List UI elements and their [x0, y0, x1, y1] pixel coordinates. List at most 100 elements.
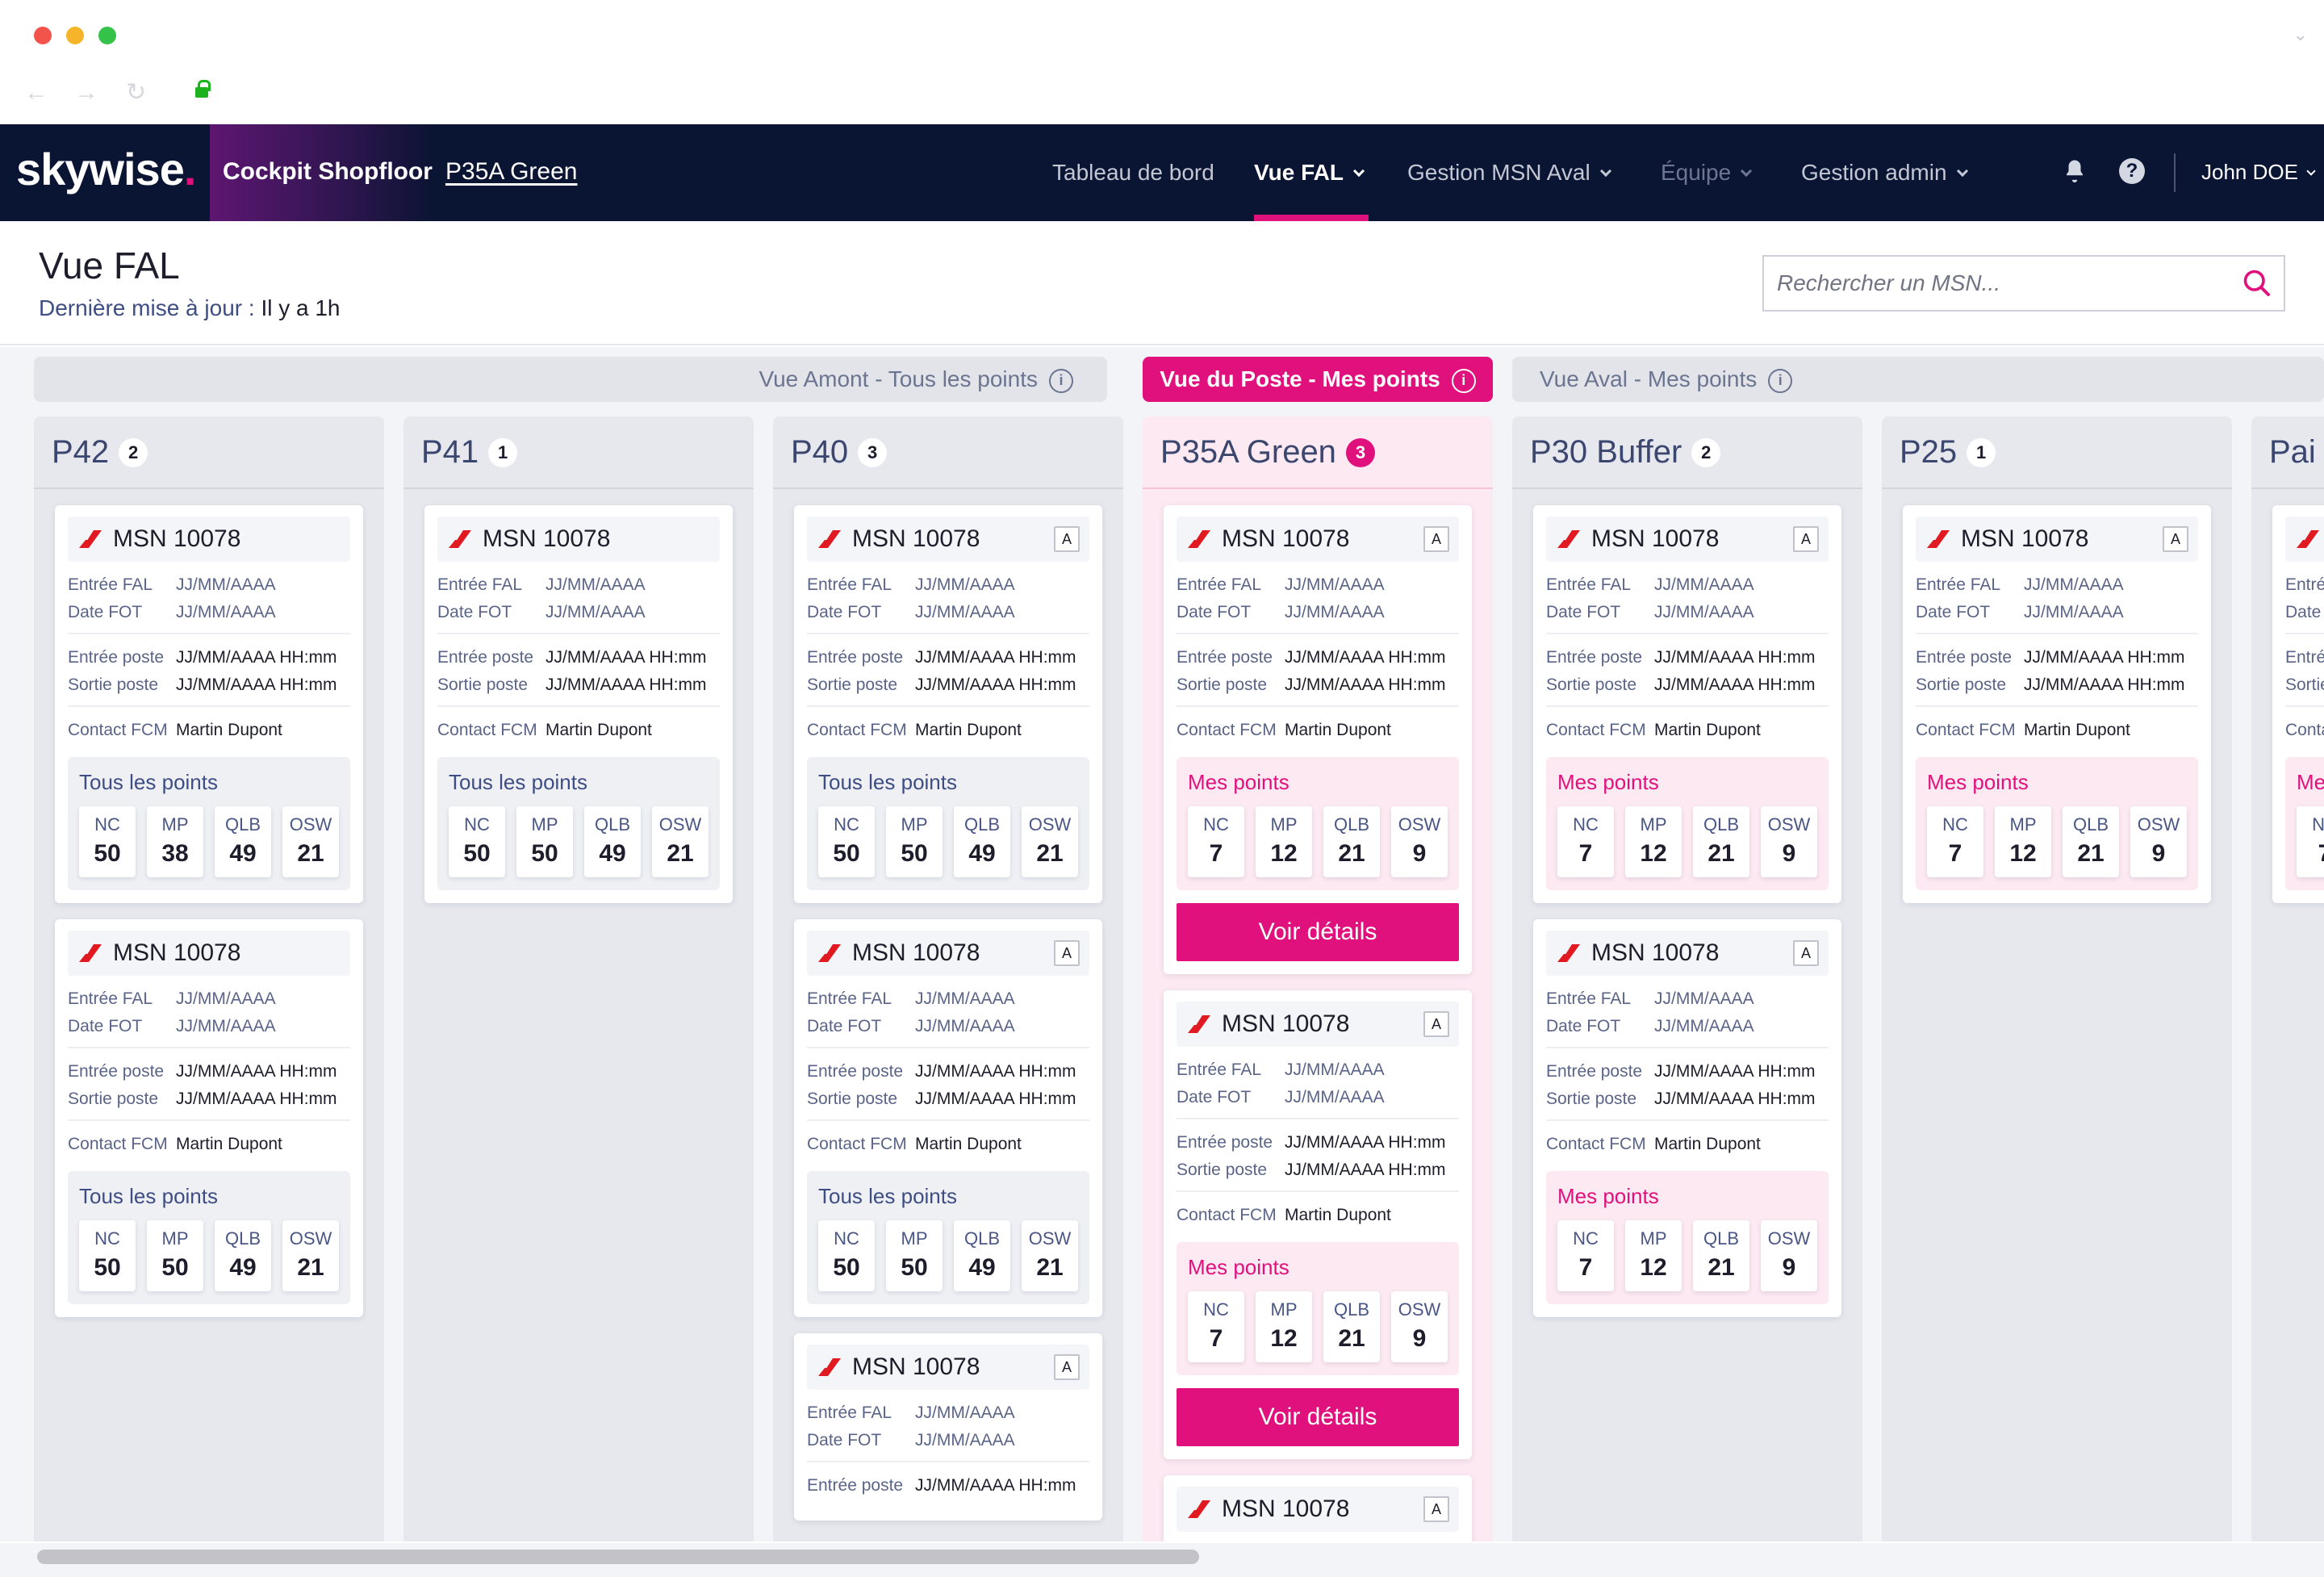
metric-mp[interactable]: MP 50	[886, 1220, 943, 1291]
metric-nc[interactable]: NC 50	[449, 806, 505, 877]
field-value: JJ/MM/AAAA	[1285, 1060, 1385, 1079]
metric-osw[interactable]: OSW 21	[282, 806, 339, 877]
metric-osw[interactable]: OSW 21	[652, 806, 708, 877]
nav-item-2[interactable]: Gestion MSN Aval	[1407, 160, 1611, 186]
msn-card[interactable]: MSN 10078AEntrée FALJJ/MM/AAAADate FOTJJ…	[794, 1333, 1102, 1521]
view-details-button[interactable]: Voir détails	[1177, 903, 1459, 961]
close-window-dot[interactable]	[34, 27, 52, 44]
metric-mp[interactable]: MP 12	[1995, 806, 2051, 877]
view-tab-0[interactable]: Vue Amont - Tous les points i	[34, 357, 1107, 402]
info-icon[interactable]: i	[1049, 369, 1073, 393]
info-icon[interactable]: i	[1451, 369, 1476, 393]
metric-osw[interactable]: OSW 21	[1022, 806, 1078, 877]
nav-item-1[interactable]: Vue FAL	[1254, 160, 1365, 186]
metric-qlb[interactable]: QLB 21	[1323, 1291, 1380, 1362]
metric-nc[interactable]: NC 7	[2297, 806, 2324, 877]
metric-osw[interactable]: OSW 21	[282, 1220, 339, 1291]
back-arrow-icon[interactable]: ←	[24, 81, 48, 105]
metric-qlb[interactable]: QLB 21	[1693, 806, 1749, 877]
metric-nc[interactable]: NC 50	[818, 1220, 875, 1291]
metric-qlb[interactable]: QLB 49	[215, 1220, 271, 1291]
metric-mp[interactable]: MP 50	[516, 806, 573, 877]
msn-card[interactable]: MSN 10078AEntrée FALJJ/MM/AAAADate FOTJJ…	[1164, 505, 1472, 974]
field-label: Sortie poste	[807, 1090, 898, 1108]
info-icon[interactable]: i	[1768, 369, 1793, 393]
user-menu[interactable]: John DOE	[2201, 160, 2316, 185]
nav-item-0[interactable]: Tableau de bord	[1052, 160, 1214, 186]
msn-card[interactable]: MSN 10078AEntrée FALJJ/MM/AAAADate FOTJJ…	[1164, 990, 1472, 1459]
view-tab-2[interactable]: Vue Aval - Mes points i	[1512, 357, 2324, 402]
metric-nc[interactable]: NC 50	[79, 806, 136, 877]
msn-card[interactable]: MSN 10078AEntrée FALJJ/MM/AAAADate FOTJJ…	[1533, 505, 1841, 903]
metric-osw[interactable]: OSW 9	[1391, 1291, 1448, 1362]
metric-mp[interactable]: MP 50	[886, 806, 943, 877]
scrollbar-thumb[interactable]	[37, 1550, 1199, 1564]
metric-nc[interactable]: NC 7	[1927, 806, 1983, 877]
metric-nc[interactable]: NC 7	[1557, 1220, 1614, 1291]
metric-nc[interactable]: NC 50	[79, 1220, 136, 1291]
metric-mp[interactable]: MP 38	[147, 806, 203, 877]
metric-mp[interactable]: MP 12	[1256, 806, 1312, 877]
search-icon[interactable]	[2242, 268, 2271, 297]
metric-osw[interactable]: OSW 21	[1022, 1220, 1078, 1291]
metric-label: MP	[531, 814, 558, 835]
metric-nc[interactable]: NC 7	[1188, 1291, 1244, 1362]
metric-label: OSW	[1767, 1228, 1811, 1249]
metric-qlb[interactable]: QLB 21	[2063, 806, 2119, 877]
metric-qlb[interactable]: QLB 21	[1693, 1220, 1749, 1291]
msn-card[interactable]: MSN 10078 A	[1164, 1475, 1472, 1541]
metric-value: 7	[1209, 1325, 1223, 1352]
field-value: JJ/MM/AAAA	[176, 989, 276, 1008]
metric-osw[interactable]: OSW 9	[2130, 806, 2187, 877]
horizontal-scrollbar[interactable]	[0, 1543, 2324, 1577]
metric-qlb[interactable]: QLB 21	[1323, 806, 1380, 877]
metric-qlb[interactable]: QLB 49	[954, 1220, 1010, 1291]
metric-mp[interactable]: MP 12	[1256, 1291, 1312, 1362]
metric-osw[interactable]: OSW 9	[1761, 1220, 1817, 1291]
metric-value: 50	[901, 1254, 928, 1281]
notification-bell-icon[interactable]	[2063, 158, 2087, 182]
msn-card[interactable]: MSN 10078 Entrée FAL JJ/MM/AAAA Date FOT JJ/…	[424, 505, 733, 903]
view-details-button[interactable]: Voir détails	[1177, 1388, 1459, 1446]
metric-osw[interactable]: OSW 9	[1391, 806, 1448, 877]
station-column: PaiMSN 10078AEntrée FALJJ/MM/AAAADate FO…	[2251, 416, 2324, 1541]
msn-card[interactable]: MSN 10078 Entrée FAL JJ/MM/AAAA Date FOT JJ/…	[55, 505, 363, 903]
msn-card-header: MSN 10078 A	[1177, 1487, 1459, 1532]
chevron-down-icon[interactable]: ⌄	[2293, 24, 2308, 45]
forward-arrow-icon[interactable]: →	[74, 81, 98, 105]
field-label: Entrée FAL	[437, 575, 523, 594]
metric-qlb[interactable]: QLB 49	[584, 806, 641, 877]
points-title: Mes points	[2297, 770, 2324, 794]
msn-card[interactable]: MSN 10078AEntrée FALJJ/MM/AAAADate FOTJJ…	[794, 505, 1102, 903]
metric-nc[interactable]: NC 7	[1557, 806, 1614, 877]
metric-qlb[interactable]: QLB 49	[954, 806, 1010, 877]
points-summary: Tous les points NC 50 MP 50 QLB 49 OSW 21	[807, 1171, 1089, 1304]
field-value: JJ/MM/AAAA HH:mm	[545, 676, 707, 694]
station-link[interactable]: P35A Green	[445, 158, 577, 186]
metric-osw[interactable]: OSW 9	[1761, 806, 1817, 877]
metric-value: 21	[1338, 840, 1365, 867]
msn-card[interactable]: MSN 10078 Entrée FAL JJ/MM/AAAA Date FOT JJ/…	[55, 919, 363, 1317]
metric-mp[interactable]: MP 12	[1625, 1220, 1682, 1291]
msn-card[interactable]: MSN 10078AEntrée FALJJ/MM/AAAADate FOTJJ…	[1903, 505, 2211, 903]
msn-search-input[interactable]	[1762, 255, 2285, 312]
fal-board[interactable]: Vue Amont - Tous les points i Vue du Poste…	[0, 347, 2324, 1541]
metric-qlb[interactable]: QLB 49	[215, 806, 271, 877]
msn-number: MSN 10078	[1222, 1495, 1350, 1522]
minimize-window-dot[interactable]	[66, 27, 84, 44]
reload-icon[interactable]: ↻	[126, 81, 146, 105]
msn-card[interactable]: MSN 10078AEntrée FALJJ/MM/AAAADate FOTJJ…	[1533, 919, 1841, 1317]
metric-mp[interactable]: MP 50	[147, 1220, 203, 1291]
maximize-window-dot[interactable]	[98, 27, 116, 44]
msn-card[interactable]: MSN 10078AEntrée FALJJ/MM/AAAADate FOTJJ…	[2272, 505, 2324, 903]
metric-nc[interactable]: NC 50	[818, 806, 875, 877]
help-icon[interactable]: ?	[2119, 158, 2145, 184]
metric-mp[interactable]: MP 12	[1625, 806, 1682, 877]
nav-item-4[interactable]: Gestion admin	[1801, 160, 1968, 186]
skywise-logo[interactable]: skywise.	[16, 145, 196, 194]
status-badge: A	[1054, 526, 1080, 552]
view-tab-1[interactable]: Vue du Poste - Mes points i	[1143, 357, 1493, 402]
msn-card[interactable]: MSN 10078AEntrée FALJJ/MM/AAAADate FOTJJ…	[794, 919, 1102, 1317]
metric-label: MP	[901, 814, 928, 835]
metric-nc[interactable]: NC 7	[1188, 806, 1244, 877]
